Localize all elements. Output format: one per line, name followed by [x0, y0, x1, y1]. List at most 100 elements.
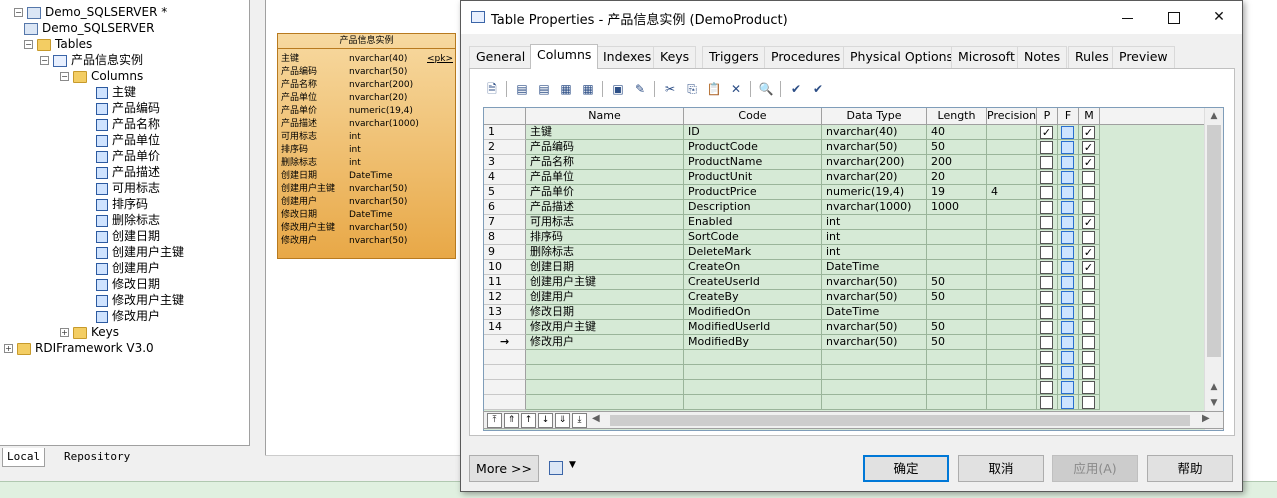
- table-row[interactable]: [484, 365, 1200, 380]
- table-row[interactable]: 13 修改日期 ModifiedOn DateTime: [484, 305, 1200, 320]
- add-columns-icon[interactable]: ▦: [556, 79, 576, 99]
- table-row[interactable]: 5 产品单价 ProductPrice numeric(19,4) 19 4: [484, 185, 1200, 200]
- f-checkbox[interactable]: [1061, 171, 1074, 184]
- column-header-m[interactable]: M: [1079, 108, 1100, 125]
- cell-code[interactable]: SortCode: [684, 230, 822, 245]
- m-checkbox[interactable]: ✓: [1082, 156, 1095, 169]
- cell-code[interactable]: [684, 380, 822, 395]
- cell-name[interactable]: 创建用户主键: [526, 275, 684, 290]
- tree-item[interactable]: 可用标志: [96, 180, 160, 196]
- m-checkbox[interactable]: [1082, 351, 1095, 364]
- cell-name[interactable]: 修改日期: [526, 305, 684, 320]
- cell-code[interactable]: ID: [684, 125, 822, 140]
- column-header-length[interactable]: Length: [927, 108, 987, 125]
- p-checkbox[interactable]: [1040, 171, 1053, 184]
- tree-item[interactable]: 产品单位: [96, 132, 160, 148]
- f-checkbox[interactable]: [1061, 291, 1074, 304]
- table-row[interactable]: → 修改用户 ModifiedBy nvarchar(50) 50: [484, 335, 1200, 350]
- cell-precision[interactable]: [987, 395, 1037, 410]
- tree-item[interactable]: 排序码: [96, 196, 148, 212]
- cell-type[interactable]: nvarchar(50): [822, 275, 927, 290]
- close-button[interactable]: ✕: [1196, 1, 1242, 34]
- tab-keys[interactable]: Keys: [653, 46, 697, 68]
- cell-name[interactable]: 产品单价: [526, 185, 684, 200]
- cell-length[interactable]: 1000: [927, 200, 987, 215]
- table-row[interactable]: 12 创建用户 CreateBy nvarchar(50) 50: [484, 290, 1200, 305]
- horizontal-scroll-thumb[interactable]: [610, 415, 1190, 426]
- add-domain-icon[interactable]: ▣: [608, 79, 628, 99]
- minimize-button[interactable]: [1104, 1, 1150, 34]
- cell-name[interactable]: [526, 365, 684, 380]
- table-row[interactable]: 11 创建用户主键 CreateUserId nvarchar(50) 50: [484, 275, 1200, 290]
- f-checkbox[interactable]: [1061, 216, 1074, 229]
- cell-precision[interactable]: [987, 260, 1037, 275]
- cell-name[interactable]: 产品名称: [526, 155, 684, 170]
- row-number[interactable]: [484, 380, 526, 395]
- cell-precision[interactable]: [987, 320, 1037, 335]
- cell-precision[interactable]: [987, 125, 1037, 140]
- move-page-down-icon[interactable]: ⇓: [555, 413, 570, 428]
- m-checkbox[interactable]: [1082, 291, 1095, 304]
- cell-length[interactable]: 19: [927, 185, 987, 200]
- cell-length[interactable]: [927, 365, 987, 380]
- help-button[interactable]: 帮助: [1147, 455, 1233, 482]
- cell-type[interactable]: nvarchar(50): [822, 335, 927, 350]
- m-checkbox[interactable]: [1082, 306, 1095, 319]
- cell-code[interactable]: ModifiedUserId: [684, 320, 822, 335]
- row-number[interactable]: 9: [484, 245, 526, 260]
- f-checkbox[interactable]: [1061, 321, 1074, 334]
- cell-length[interactable]: 50: [927, 140, 987, 155]
- p-checkbox[interactable]: [1040, 381, 1053, 394]
- cell-type[interactable]: [822, 350, 927, 365]
- columns-grid[interactable]: Name Code Data Type Length Precision P F M 1 主键 I…: [483, 107, 1224, 431]
- row-number[interactable]: 8: [484, 230, 526, 245]
- table-row[interactable]: 14 修改用户主键 ModifiedUserId nvarchar(50) 50: [484, 320, 1200, 335]
- tree-item[interactable]: − 产品信息实例: [40, 52, 143, 68]
- tree-item[interactable]: 创建用户主键: [96, 244, 184, 260]
- p-checkbox[interactable]: [1040, 366, 1053, 379]
- scroll-up-icon[interactable]: ▲: [1207, 109, 1221, 123]
- table-row[interactable]: 9 删除标志 DeleteMark int ✓: [484, 245, 1200, 260]
- tab-columns[interactable]: Columns: [530, 44, 599, 69]
- collapse-icon[interactable]: −: [14, 8, 23, 17]
- cell-type[interactable]: nvarchar(40): [822, 125, 927, 140]
- dialog-titlebar[interactable]: Table Properties - 产品信息实例 (DemoProduct) …: [461, 1, 1242, 34]
- scroll-down-icon[interactable]: ▼: [1207, 396, 1221, 410]
- f-checkbox[interactable]: [1061, 336, 1074, 349]
- f-checkbox[interactable]: [1061, 156, 1074, 169]
- cell-length[interactable]: [927, 350, 987, 365]
- cell-name[interactable]: [526, 350, 684, 365]
- cell-name[interactable]: 创建用户: [526, 290, 684, 305]
- row-number[interactable]: [484, 395, 526, 410]
- cell-type[interactable]: numeric(19,4): [822, 185, 927, 200]
- cell-type[interactable]: nvarchar(20): [822, 170, 927, 185]
- tree-item[interactable]: 删除标志: [96, 212, 160, 228]
- row-number[interactable]: 3: [484, 155, 526, 170]
- row-number[interactable]: [484, 350, 526, 365]
- f-checkbox[interactable]: [1061, 351, 1074, 364]
- tab-local[interactable]: Local: [2, 448, 46, 467]
- table-entity-symbol[interactable]: 产品信息实例 主键 nvarchar(40) <pk> 产品编码 nvarchar(50…: [277, 33, 456, 259]
- cell-code[interactable]: ProductCode: [684, 140, 822, 155]
- table-row[interactable]: 7 可用标志 Enabled int ✓: [484, 215, 1200, 230]
- tree-item[interactable]: − Demo_SQLSERVER *: [14, 4, 167, 20]
- tab-physical-options[interactable]: Physical Options: [843, 46, 961, 68]
- f-checkbox[interactable]: [1061, 126, 1074, 139]
- grid-vertical-scrollbar[interactable]: ▲ ▲ ▼ ⤓: [1204, 108, 1223, 430]
- row-number[interactable]: 13: [484, 305, 526, 320]
- delete-icon[interactable]: ✕: [726, 79, 746, 99]
- cell-precision[interactable]: [987, 350, 1037, 365]
- row-number[interactable]: 12: [484, 290, 526, 305]
- add-row-icon[interactable]: ▤: [512, 79, 532, 99]
- cell-code[interactable]: [684, 365, 822, 380]
- cell-precision[interactable]: [987, 380, 1037, 395]
- properties-icon[interactable]: 🗎: [482, 79, 502, 99]
- table-row[interactable]: 1 主键 ID nvarchar(40) 40 ✓ ✓: [484, 125, 1200, 140]
- p-checkbox[interactable]: [1040, 231, 1053, 244]
- cell-type[interactable]: DateTime: [822, 305, 927, 320]
- m-checkbox[interactable]: ✓: [1082, 126, 1095, 139]
- cell-code[interactable]: ModifiedBy: [684, 335, 822, 350]
- cell-length[interactable]: [927, 215, 987, 230]
- collapse-icon[interactable]: −: [24, 40, 33, 49]
- row-number[interactable]: 10: [484, 260, 526, 275]
